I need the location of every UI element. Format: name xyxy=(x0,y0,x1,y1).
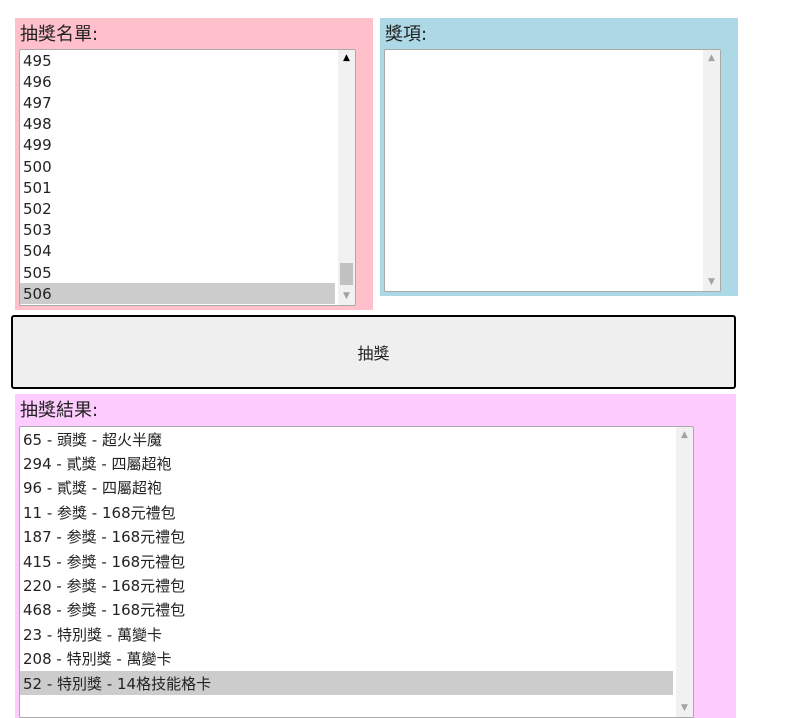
list-item[interactable]: 220 - 参獎 - 168元禮包 xyxy=(20,573,673,597)
list-item[interactable]: 52 - 特別獎 - 14格技能格卡 xyxy=(20,671,673,696)
scroll-up-arrow-icon[interactable]: ▲ xyxy=(676,427,693,444)
scroll-down-arrow-icon[interactable]: ▼ xyxy=(338,288,355,305)
prizes-listbox[interactable]: ▲ ▼ xyxy=(384,49,721,292)
participants-scroll-thumb[interactable] xyxy=(340,263,353,285)
list-item[interactable]: 11 - 参獎 - 168元禮包 xyxy=(20,500,673,524)
list-item[interactable]: 501 xyxy=(20,177,335,198)
scroll-up-arrow-icon[interactable]: ▲ xyxy=(338,50,355,67)
list-item[interactable]: 505 xyxy=(20,262,335,283)
list-item[interactable]: 468 - 参獎 - 168元禮包 xyxy=(20,598,673,622)
list-item[interactable]: 65 - 頭獎 - 超火半魔 xyxy=(20,427,673,451)
list-item[interactable]: 500 xyxy=(20,156,335,177)
list-item[interactable]: 208 - 特別獎 - 萬變卡 xyxy=(20,647,673,671)
participants-scrollbar[interactable]: ▲ ▼ xyxy=(338,50,355,305)
list-item[interactable]: 294 - 貳獎 - 四屬超袍 xyxy=(20,451,673,475)
participants-listbox[interactable]: 495 496 497 498 499 500 501 502 503 504 505 506 ▲ ▼ xyxy=(19,49,356,306)
list-item[interactable]: 503 xyxy=(20,220,335,241)
results-panel: 抽獎結果: 65 - 頭獎 - 超火半魔 294 - 貳獎 - 四屬超袍 96 - … xyxy=(15,394,736,718)
list-item[interactable]: 187 - 参獎 - 168元禮包 xyxy=(20,525,673,549)
draw-button[interactable]: 抽獎 xyxy=(11,315,736,389)
scroll-down-arrow-icon[interactable]: ▼ xyxy=(703,274,720,291)
scroll-down-arrow-icon[interactable]: ▼ xyxy=(676,700,693,717)
results-scrollbar[interactable]: ▲ ▼ xyxy=(676,427,693,717)
list-item[interactable]: 502 xyxy=(20,198,335,219)
list-item[interactable]: 506 xyxy=(20,283,335,305)
list-item[interactable]: 96 - 貳獎 - 四屬超袍 xyxy=(20,476,673,500)
prizes-label: 獎項: xyxy=(385,24,428,45)
participants-panel: 抽獎名單: 495 496 497 498 499 500 501 502 503 504 505 5… xyxy=(15,18,373,310)
scroll-up-arrow-icon[interactable]: ▲ xyxy=(703,50,720,67)
participants-label: 抽獎名單: xyxy=(20,24,99,45)
list-item[interactable]: 23 - 特別獎 - 萬變卡 xyxy=(20,622,673,646)
list-item[interactable]: 497 xyxy=(20,92,335,113)
list-item[interactable]: 415 - 参獎 - 168元禮包 xyxy=(20,549,673,573)
list-item[interactable]: 496 xyxy=(20,71,335,92)
list-item[interactable]: 495 xyxy=(20,50,335,71)
list-item[interactable]: 499 xyxy=(20,135,335,156)
prizes-scrollbar[interactable]: ▲ ▼ xyxy=(703,50,720,291)
results-listbox[interactable]: 65 - 頭獎 - 超火半魔 294 - 貳獎 - 四屬超袍 96 - 貳獎 - 四… xyxy=(19,426,694,718)
prizes-panel: 獎項: ▲ ▼ xyxy=(380,18,738,296)
results-label: 抽獎結果: xyxy=(20,400,99,421)
list-item[interactable]: 504 xyxy=(20,241,335,262)
list-item[interactable]: 498 xyxy=(20,114,335,135)
